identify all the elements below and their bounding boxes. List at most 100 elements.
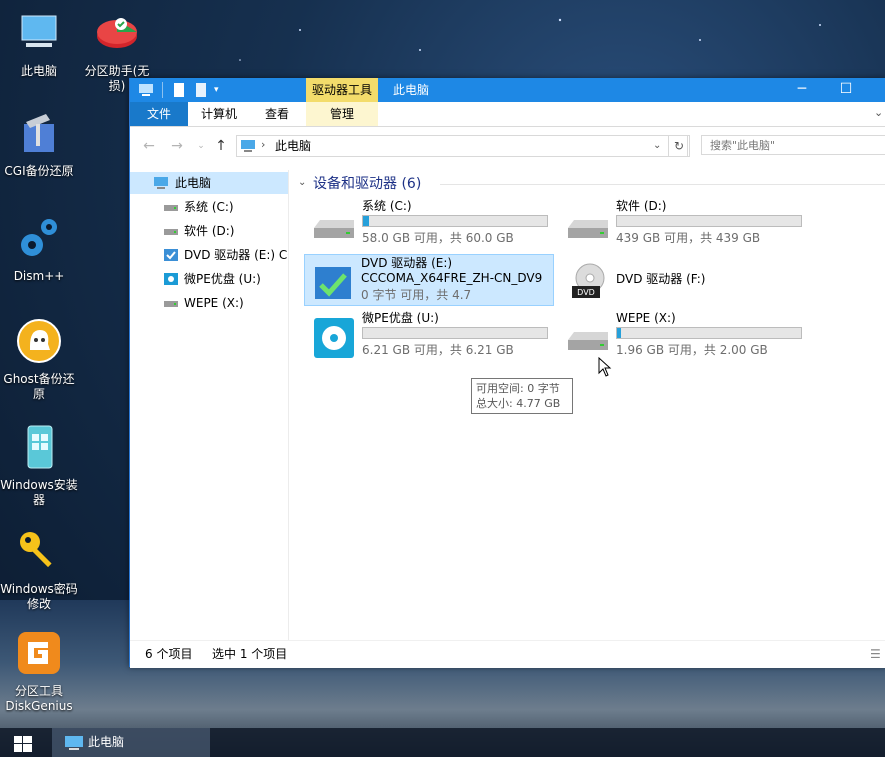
usage-fill (617, 328, 621, 338)
breadcrumb[interactable]: 此电脑 (275, 136, 311, 156)
desktop-icon-diskgenius[interactable]: 分区工具DiskGenius (0, 630, 78, 714)
windows-start-icon[interactable] (14, 736, 32, 752)
tab-view[interactable]: 查看 (248, 102, 306, 126)
desktop-icon-label: 此电脑 (20, 64, 57, 78)
computer-icon (65, 736, 83, 750)
nav-item-drive-d[interactable]: 软件 (D:) (130, 220, 288, 242)
properties-icon[interactable] (172, 82, 186, 98)
mouse-cursor-icon (598, 357, 612, 377)
desktop-icon-label: 分区工具DiskGenius (5, 684, 73, 713)
tab-computer[interactable]: 计算机 (190, 102, 248, 126)
usage-bar (362, 215, 548, 227)
usage-bar (616, 327, 802, 339)
drive-tools-group: 驱动器工具 (306, 78, 378, 102)
customize-qat-icon[interactable]: ▾ (214, 82, 219, 98)
usb-disk-icon (164, 273, 178, 285)
drive-free-space: 1.96 GB 可用，共 2.00 GB (616, 343, 768, 357)
partition-assistant-icon (97, 18, 137, 48)
refresh-button[interactable]: ↻ (668, 135, 690, 157)
drive-tile-c[interactable]: 系统 (C:) 58.0 GB 可用，共 60.0 GB (306, 198, 556, 250)
drive-tile-f[interactable]: DVD DVD 驱动器 (F:) (560, 254, 810, 306)
desktop-icon-label: Dism++ (13, 269, 65, 283)
drive-icon (164, 205, 178, 211)
desktop-icon-label: Ghost备份还原 (3, 372, 75, 401)
computer-icon (241, 140, 255, 152)
separator (162, 82, 163, 98)
expand-ribbon-icon[interactable]: ⌄ (874, 106, 883, 119)
drive-volume-label: CCCOMA_X64FRE_ZH-CN_DV9 (361, 271, 543, 285)
key-icon (20, 532, 52, 568)
selection-count: 选中 1 个项目 (212, 647, 288, 661)
nav-item-drive-u[interactable]: 微PE优盘 (U:) (130, 268, 288, 290)
desktop-icon-password[interactable]: Windows密码修改 (0, 528, 78, 612)
content-pane: ⌄ 设备和驱动器 (6) 系统 (C:) 58.0 GB 可用，共 60.0 G… (290, 170, 885, 640)
drive-free-space: 439 GB 可用，共 439 GB (616, 231, 761, 245)
drive-tile-u[interactable]: 微PE优盘 (U:) 6.21 GB 可用，共 6.21 GB (306, 310, 556, 362)
recent-locations-icon[interactable]: ⌄ (192, 137, 210, 155)
drive-name: 软件 (D:) (616, 199, 667, 213)
details-view-icon[interactable]: ☰ (870, 641, 881, 668)
computer-icon (139, 84, 153, 96)
title-bar: ▾ 驱动器工具 此电脑 ─ ☐ (130, 78, 885, 102)
group-header[interactable]: 设备和驱动器 (6) (313, 174, 421, 194)
address-dropdown-icon[interactable]: ⌄ (653, 136, 661, 156)
drive-name: 微PE优盘 (U:) (362, 311, 439, 325)
drive-tile-e[interactable]: DVD 驱动器 (E:) CCCOMA_X64FRE_ZH-CN_DV9 0 字… (304, 254, 554, 306)
taskbar-item-this-pc[interactable]: 此电脑 (52, 728, 210, 757)
desktop-icon-ghost[interactable]: Ghost备份还原 (0, 318, 78, 402)
tab-file[interactable]: 文件 (130, 102, 188, 126)
drive-name: DVD 驱动器 (F:) (616, 272, 706, 286)
drive-free-space: 6.21 GB 可用，共 6.21 GB (362, 343, 514, 357)
tab-manage[interactable]: 管理 (306, 102, 378, 126)
drive-name: WEPE (X:) (616, 311, 676, 325)
nav-item-drive-e[interactable]: DVD 驱动器 (E:) CC (130, 244, 288, 266)
drive-name: 系统 (C:) (362, 199, 412, 213)
new-folder-icon[interactable] (194, 82, 208, 98)
minimize-button[interactable]: ─ (782, 78, 822, 102)
navigation-pane: 此电脑 系统 (C:) 软件 (D:) DVD 驱动器 (E:) CC 微PE优… (130, 170, 289, 640)
forward-button[interactable]: → (168, 137, 186, 155)
breadcrumb-chevron-icon: › (261, 138, 266, 151)
drive-tile-d[interactable]: 软件 (D:) 439 GB 可用，共 439 GB (560, 198, 810, 250)
address-bar[interactable]: › 此电脑 ⌄ (236, 135, 688, 157)
diskgenius-icon (18, 632, 60, 674)
drive-icon (568, 220, 608, 238)
computer-icon (154, 177, 168, 189)
drive-free-space: 0 字节 可用，共 4.7 (361, 288, 472, 302)
cgi-backup-icon (24, 114, 54, 152)
explorer-window: ▾ 驱动器工具 此电脑 ─ ☐ 文件 计算机 查看 管理 ⌄ ← → ⌄ ↑ ›… (129, 78, 885, 668)
dvd-icon (164, 249, 178, 261)
nav-item-drive-x[interactable]: WEPE (X:) (130, 292, 288, 314)
desktop-icon-windows-installer[interactable]: Windows安装器 (0, 424, 78, 508)
back-button[interactable]: ← (140, 137, 158, 155)
desktop-icon-label: CGI备份还原 (4, 164, 74, 178)
drive-name: DVD 驱动器 (E:) (361, 256, 453, 270)
desktop-icon-cgi-backup[interactable]: CGI备份还原 (0, 110, 78, 179)
computer-icon (21, 15, 57, 47)
desktop-icon-this-pc[interactable]: 此电脑 (0, 10, 78, 79)
desktop-icon-dism[interactable]: Dism++ (0, 215, 78, 284)
drive-icon (164, 301, 178, 307)
desktop-icon-label: Windows密码修改 (0, 582, 78, 611)
up-button[interactable]: ↑ (212, 137, 230, 155)
installer-icon (27, 425, 53, 469)
usage-fill (363, 216, 370, 226)
status-bar: 6 个项目 选中 1 个项目 ☰ (130, 640, 885, 668)
window-title: 此电脑 (393, 83, 430, 97)
search-input[interactable]: 搜索"此电脑" (701, 135, 885, 155)
group-divider (440, 184, 885, 185)
dvd-icon (315, 267, 351, 299)
collapse-group-icon[interactable]: ⌄ (298, 177, 306, 188)
drive-icon (568, 332, 608, 350)
drive-tile-x[interactable]: WEPE (X:) 1.96 GB 可用，共 2.00 GB (560, 310, 810, 362)
dvd-badge: DVD (577, 288, 595, 297)
nav-item-drive-c[interactable]: 系统 (C:) (130, 196, 288, 218)
nav-item-this-pc[interactable]: 此电脑 (130, 172, 288, 194)
address-row: ← → ⌄ ↑ › 此电脑 ⌄ ↻ 搜索"此电脑" (130, 127, 885, 165)
taskbar: 此电脑 (0, 728, 885, 757)
dvd-drive-icon: DVD (572, 263, 605, 298)
ghost-icon (17, 319, 61, 363)
usage-bar (616, 215, 802, 227)
maximize-button[interactable]: ☐ (826, 78, 866, 102)
drive-tooltip: 可用空间: 0 字节 总大小: 4.77 GB (471, 378, 573, 414)
